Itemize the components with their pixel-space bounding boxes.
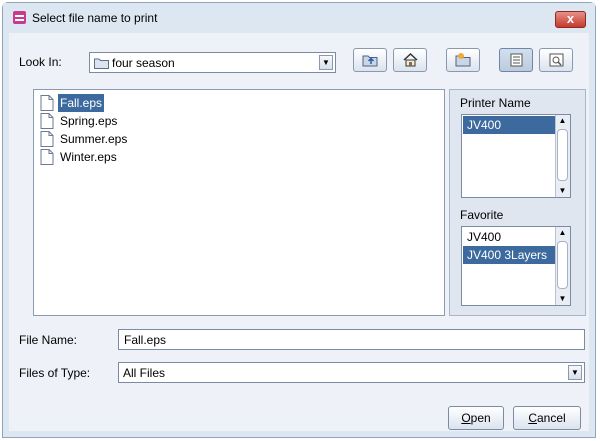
- file-name: Spring.eps: [60, 114, 118, 128]
- details-view-button[interactable]: [539, 48, 573, 72]
- file-icon: [40, 131, 54, 147]
- cancel-button[interactable]: Cancel: [513, 406, 581, 430]
- cancel-mnemonic: C: [528, 411, 537, 425]
- close-button[interactable]: x: [555, 11, 586, 28]
- file-item-fall[interactable]: Fall.eps: [40, 94, 105, 112]
- file-name-value: Fall.eps: [124, 333, 167, 347]
- title-bar[interactable]: Select file name to print x: [3, 3, 595, 33]
- printer-name-label: Printer Name: [460, 96, 531, 110]
- list-view-button[interactable]: [499, 48, 533, 72]
- open-button[interactable]: Open: [448, 406, 504, 430]
- scroll-thumb[interactable]: [557, 241, 568, 289]
- file-icon: [40, 149, 54, 165]
- scroll-down-icon[interactable]: ▼: [556, 185, 569, 197]
- look-in-combo[interactable]: four season ▼: [89, 52, 336, 73]
- files-of-type-label: Files of Type:: [19, 366, 91, 380]
- open-label: pen: [470, 411, 491, 425]
- file-icon: [40, 113, 54, 129]
- file-icon: [40, 95, 54, 111]
- favorite-list[interactable]: JV400 JV400 3Layers ▲ ▼: [461, 226, 571, 306]
- printer-list[interactable]: JV400 ▲ ▼: [461, 114, 571, 198]
- folder-icon: [94, 58, 109, 69]
- favorite-item[interactable]: JV400 3Layers: [463, 246, 555, 264]
- favorite-label: Favorite: [460, 208, 504, 222]
- scroll-down-icon[interactable]: ▼: [556, 293, 569, 305]
- list-view-icon: [510, 53, 523, 67]
- new-folder-button[interactable]: [446, 48, 480, 72]
- file-list[interactable]: Fall.eps Spring.eps Summer.eps Winter.ep…: [33, 89, 445, 316]
- dialog-content: Look In: four season ▼ Fall.eps Spring.e…: [9, 33, 589, 431]
- dialog-window: Select file name to print x Look In: fou…: [2, 2, 596, 438]
- chevron-down-icon[interactable]: ▼: [319, 55, 333, 70]
- file-name-input[interactable]: Fall.eps: [118, 329, 585, 350]
- favorite-list-scrollbar[interactable]: ▲ ▼: [555, 227, 570, 305]
- home-button[interactable]: [393, 48, 427, 72]
- up-folder-icon: [362, 55, 378, 67]
- cancel-label: ancel: [536, 411, 566, 425]
- file-item-summer[interactable]: Summer.eps: [40, 130, 127, 148]
- files-of-type-value: All Files: [123, 366, 166, 380]
- file-name: Fall.eps: [58, 94, 105, 112]
- printer-panel: Printer Name JV400 ▲ ▼ Favorite JV400 JV…: [449, 89, 586, 316]
- file-item-spring[interactable]: Spring.eps: [40, 112, 117, 130]
- app-icon: [13, 11, 26, 24]
- look-in-value: four season: [112, 56, 175, 70]
- scroll-up-icon[interactable]: ▲: [556, 115, 569, 127]
- file-name: Summer.eps: [60, 132, 128, 146]
- scroll-up-icon[interactable]: ▲: [556, 227, 569, 239]
- file-name: Winter.eps: [60, 150, 117, 164]
- files-of-type-combo[interactable]: All Files ▼: [118, 362, 585, 383]
- open-mnemonic: O: [461, 411, 471, 425]
- new-folder-icon: [455, 53, 471, 67]
- scroll-thumb[interactable]: [557, 129, 568, 181]
- close-icon: x: [566, 11, 575, 26]
- file-item-winter[interactable]: Winter.eps: [40, 148, 117, 166]
- printer-item[interactable]: JV400: [463, 116, 555, 134]
- printer-list-scrollbar[interactable]: ▲ ▼: [555, 115, 570, 197]
- look-in-label: Look In:: [19, 55, 62, 69]
- chevron-down-icon[interactable]: ▼: [568, 365, 582, 380]
- favorite-item[interactable]: JV400: [463, 228, 555, 246]
- home-icon: [403, 52, 418, 67]
- window-title: Select file name to print: [32, 11, 158, 25]
- details-view-icon: [549, 53, 564, 67]
- file-name-label: File Name:: [19, 333, 78, 347]
- up-folder-button[interactable]: [353, 48, 387, 72]
